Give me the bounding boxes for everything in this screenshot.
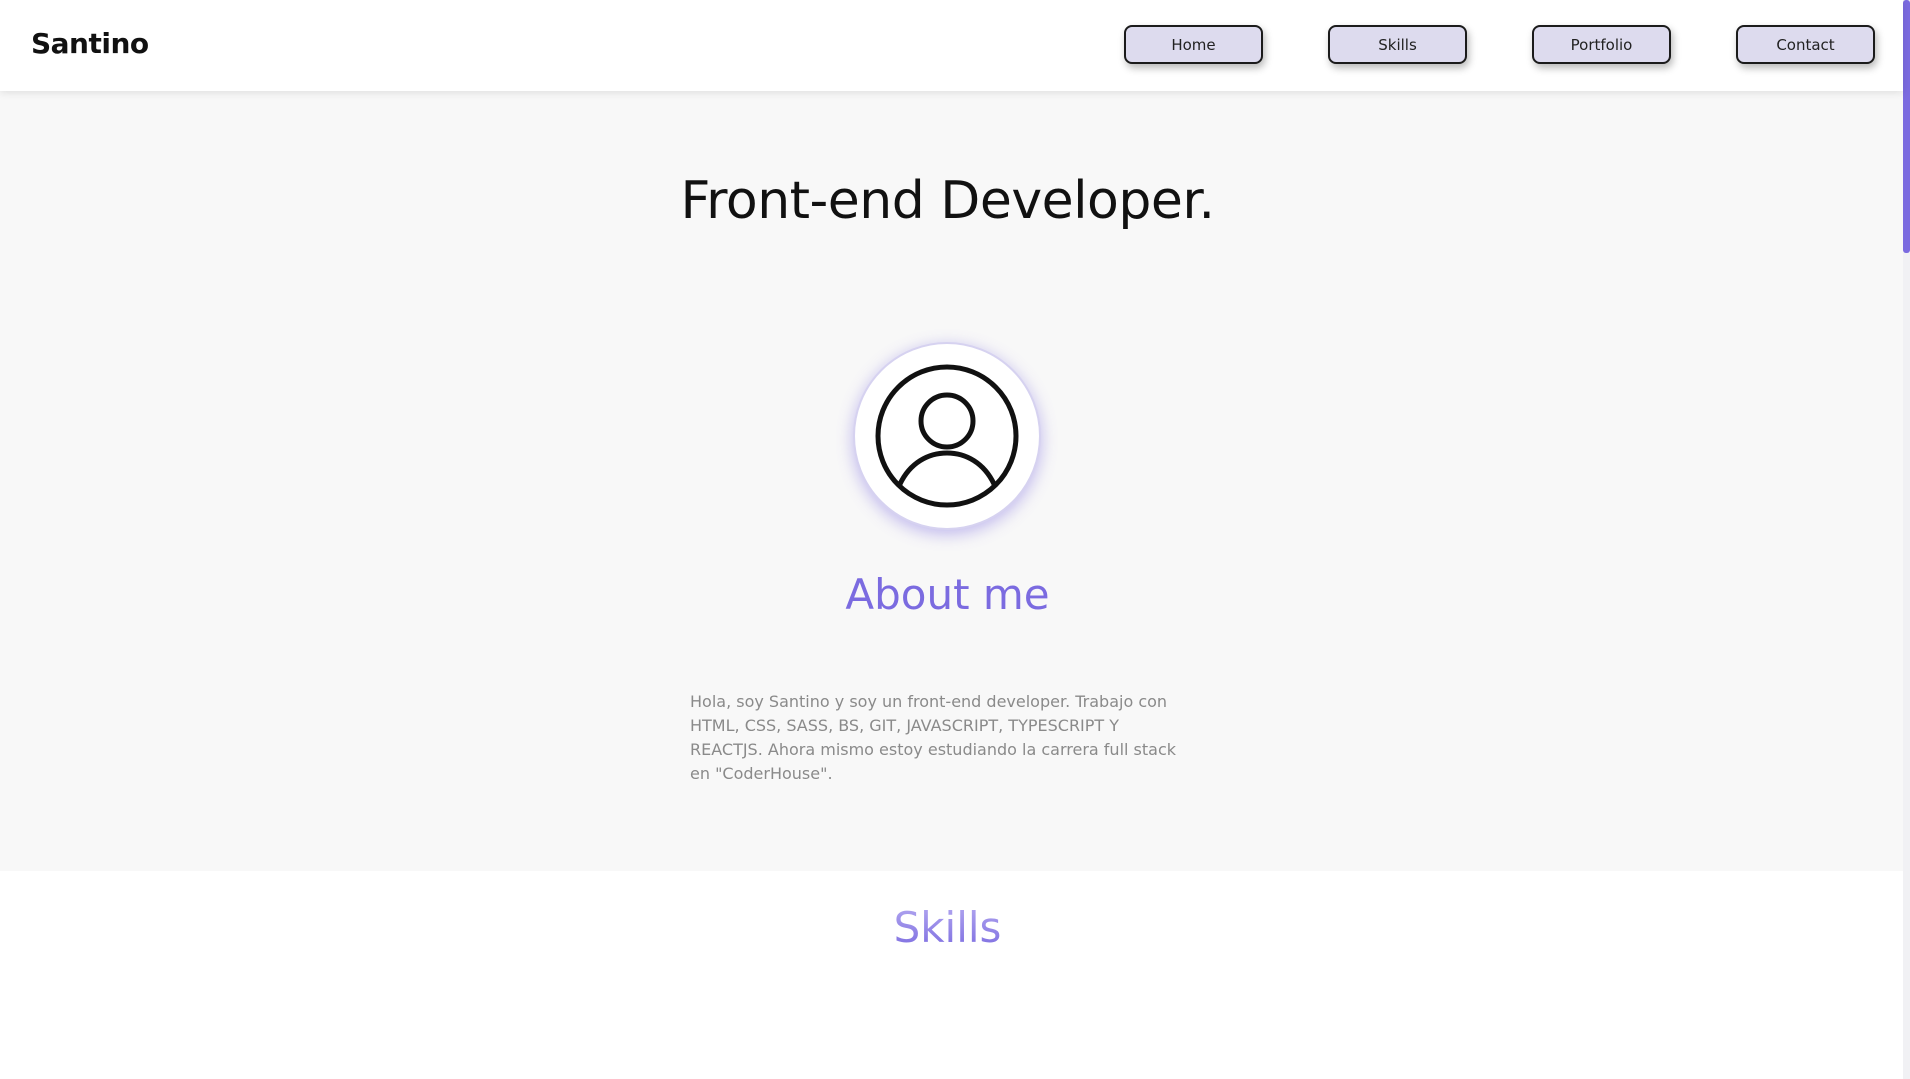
page: Santino Home Skills Portfolio Contact Fr… (0, 0, 1910, 1079)
page-headline: Front-end Developer. (680, 171, 1215, 231)
page-scrollbar[interactable] (1903, 0, 1910, 1079)
nav-skills-button[interactable]: Skills (1328, 25, 1467, 64)
about-me-text: Hola, soy Santino y soy un front-end dev… (690, 692, 1177, 783)
skills-section: Skills (0, 871, 1903, 1079)
nav-contact-button[interactable]: Contact (1736, 25, 1875, 64)
top-navbar: Santino Home Skills Portfolio Contact (0, 0, 1903, 91)
user-circle-icon (875, 364, 1019, 508)
skills-heading: Skills (0, 903, 1895, 952)
avatar (853, 342, 1041, 530)
scrollbar-thumb[interactable] (1903, 0, 1910, 253)
nav-portfolio-button[interactable]: Portfolio (1532, 25, 1671, 64)
brand-logo[interactable]: Santino (31, 27, 149, 60)
about-section: Front-end Developer. About me Hola, soy … (0, 91, 1903, 871)
nav-home-button[interactable]: Home (1124, 25, 1263, 64)
about-me-heading: About me (845, 570, 1050, 619)
